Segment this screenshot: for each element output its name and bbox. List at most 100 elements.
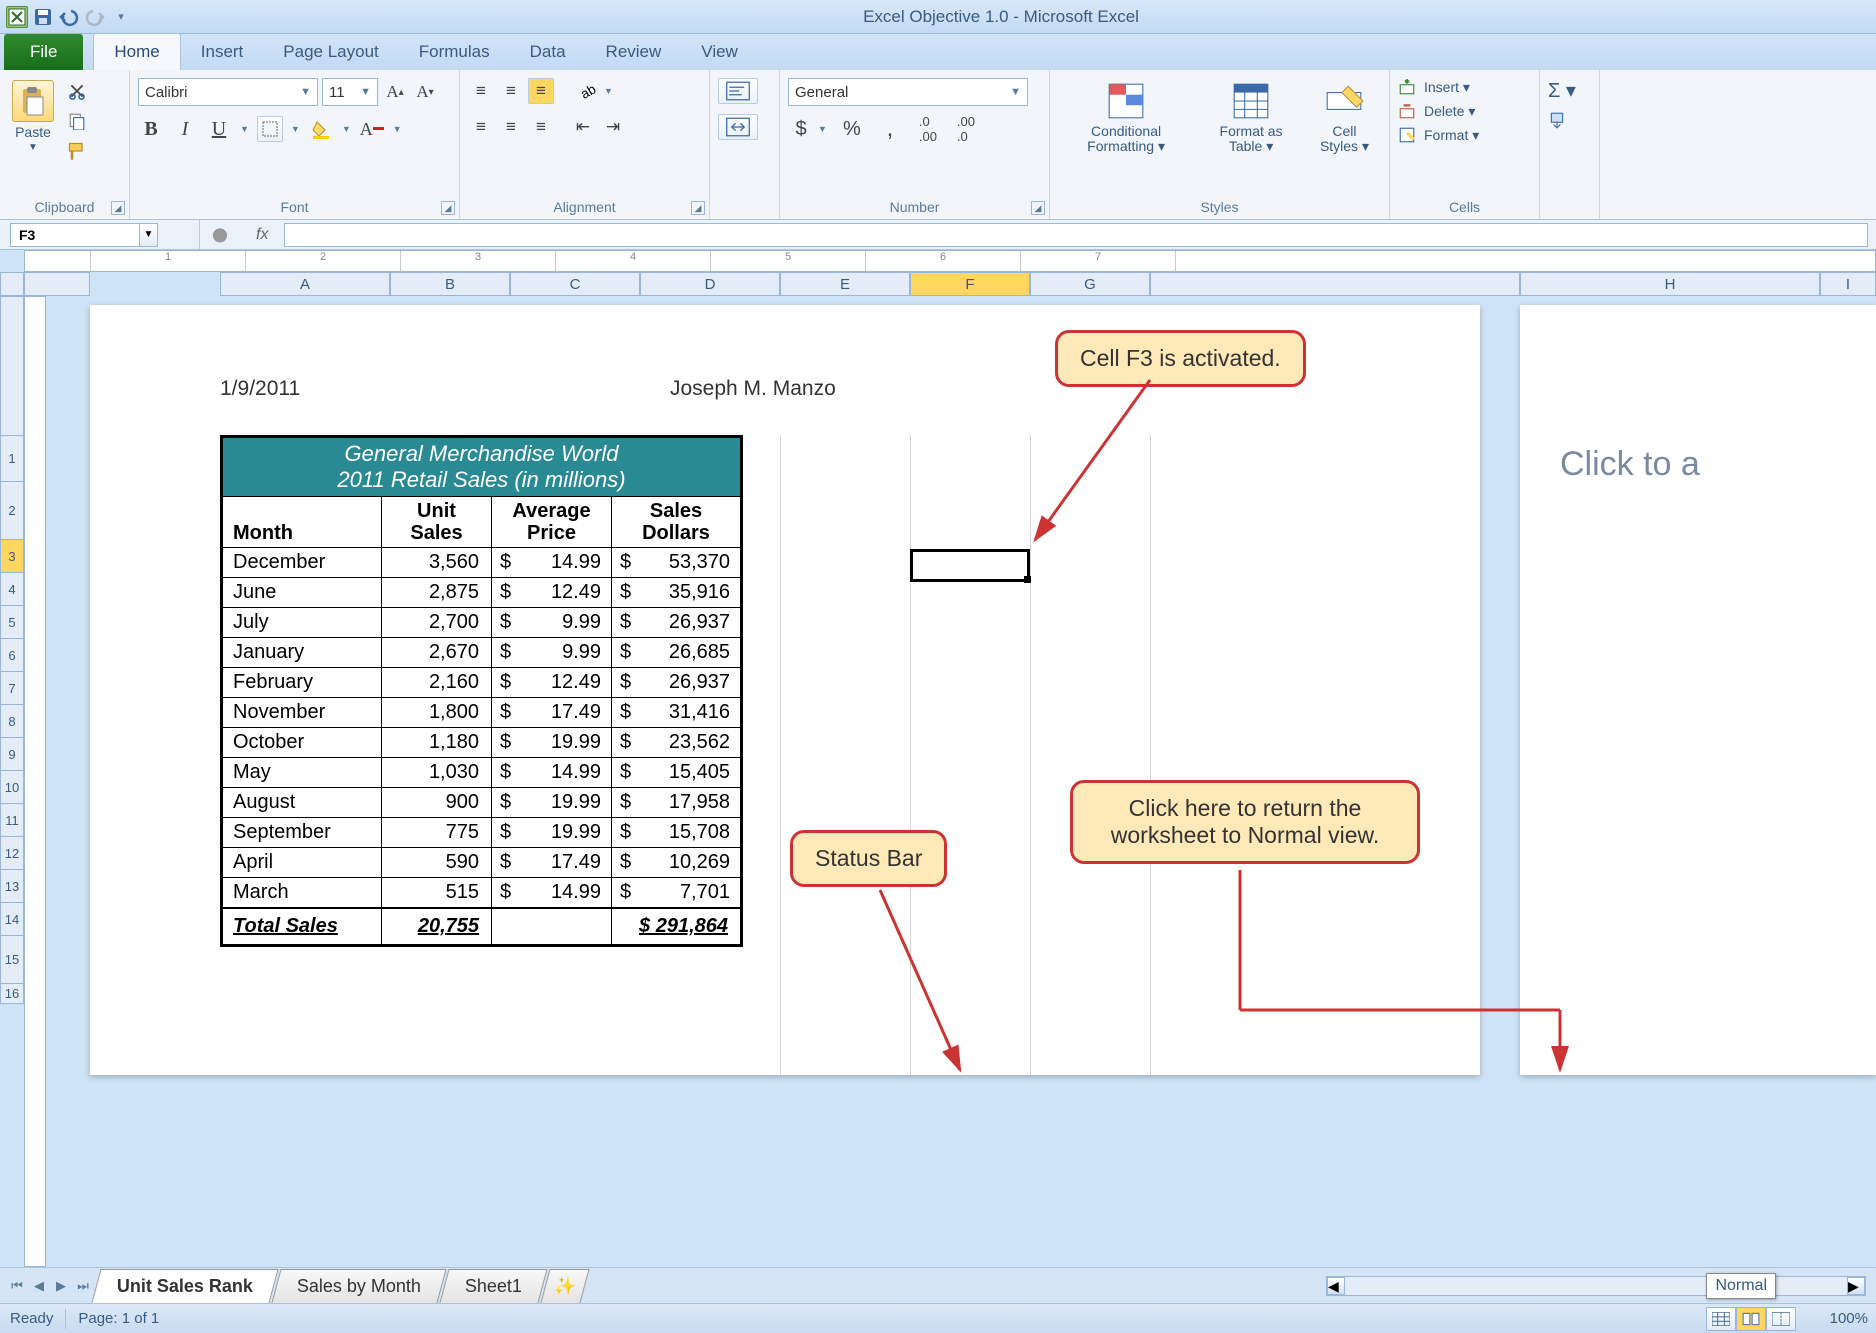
cell-price[interactable]: $12.49	[492, 668, 612, 698]
chevron-down-icon[interactable]: ▼	[818, 124, 827, 134]
cell-dollars[interactable]: $26,685	[612, 638, 742, 668]
chevron-down-icon[interactable]: ▼	[342, 124, 351, 134]
cell-month[interactable]: December	[222, 548, 382, 578]
italic-button[interactable]: I	[172, 116, 198, 142]
active-cell[interactable]	[910, 549, 1030, 582]
decrease-decimal-icon[interactable]: .00.0	[953, 116, 979, 142]
row-header-2[interactable]: 2	[0, 482, 24, 540]
cell-dollars[interactable]: $10,269	[612, 848, 742, 878]
conditional-formatting-button[interactable]: Conditional Formatting ▾	[1058, 78, 1194, 157]
increase-decimal-icon[interactable]: .0.00	[915, 116, 941, 142]
chevron-down-icon[interactable]: ▼	[393, 124, 402, 134]
view-page-break-button[interactable]	[1766, 1307, 1796, 1331]
insert-cells-button[interactable]: Insert ▾	[1398, 78, 1470, 96]
cell-dollars[interactable]: $35,916	[612, 578, 742, 608]
shrink-font-icon[interactable]: A▾	[412, 79, 438, 105]
paste-button[interactable]: Paste ▼	[8, 78, 58, 155]
save-icon[interactable]	[32, 6, 54, 28]
align-right-icon[interactable]: ≡	[528, 114, 554, 140]
cell-units[interactable]: 1,800	[382, 698, 492, 728]
row-header-14[interactable]: 14	[0, 903, 24, 936]
borders-icon[interactable]	[257, 116, 283, 142]
decrease-indent-icon[interactable]: ⇤	[570, 114, 596, 140]
format-cells-button[interactable]: Format ▾	[1398, 126, 1479, 144]
font-color-icon[interactable]: A	[359, 116, 385, 142]
cell-price[interactable]: $14.99	[492, 758, 612, 788]
cell-dollars[interactable]: $31,416	[612, 698, 742, 728]
cell-price[interactable]: $14.99	[492, 548, 612, 578]
undo-icon[interactable]	[58, 6, 80, 28]
col-header-c[interactable]: C	[510, 272, 640, 296]
chevron-down-icon[interactable]: ▼	[291, 124, 300, 134]
tab-nav-prev[interactable]: ◀	[28, 1275, 50, 1297]
tab-insert[interactable]: Insert	[181, 34, 264, 70]
cell-dollars[interactable]: $23,562	[612, 728, 742, 758]
cell-dollars[interactable]: $53,370	[612, 548, 742, 578]
row-header-9[interactable]: 9	[0, 738, 24, 771]
excel-icon[interactable]	[6, 6, 28, 28]
sheet-tab-1[interactable]: Sales by Month	[271, 1269, 446, 1303]
chevron-down-icon[interactable]: ▼	[604, 86, 613, 96]
tab-formulas[interactable]: Formulas	[399, 34, 510, 70]
horizontal-scrollbar[interactable]: ◀▶	[1326, 1276, 1866, 1296]
cell-month[interactable]: March	[222, 878, 382, 909]
align-center-icon[interactable]: ≡	[498, 114, 524, 140]
row-header-7[interactable]: 7	[0, 672, 24, 705]
cell-price[interactable]: $19.99	[492, 818, 612, 848]
row-header-5[interactable]: 5	[0, 606, 24, 639]
row-header-8[interactable]: 8	[0, 705, 24, 738]
cell-dollars[interactable]: $26,937	[612, 668, 742, 698]
cell-units[interactable]: 515	[382, 878, 492, 909]
format-as-table-button[interactable]: Format as Table ▾	[1200, 78, 1302, 157]
cell-price[interactable]: $14.99	[492, 878, 612, 909]
autosum-button[interactable]: Σ ▾	[1548, 78, 1576, 103]
fx-icon[interactable]: fx	[256, 226, 268, 244]
cell-month[interactable]: May	[222, 758, 382, 788]
delete-cells-button[interactable]: Delete ▾	[1398, 102, 1475, 120]
row-header-15[interactable]: 15	[0, 936, 24, 984]
accounting-format-icon[interactable]: $	[788, 116, 814, 142]
formula-input[interactable]	[284, 223, 1868, 247]
tab-data[interactable]: Data	[510, 34, 586, 70]
name-box[interactable]: F3	[10, 223, 140, 247]
col-header-a[interactable]: A	[220, 272, 390, 296]
page-canvas[interactable]: 1/9/2011 Joseph M. Manzo General Merchan…	[90, 305, 1480, 1075]
alignment-dialog-launcher[interactable]: ◢	[691, 201, 705, 215]
row-header-6[interactable]: 6	[0, 639, 24, 672]
cut-icon[interactable]	[64, 78, 90, 104]
row-header-13[interactable]: 13	[0, 870, 24, 903]
cell-units[interactable]: 1,180	[382, 728, 492, 758]
align-middle-icon[interactable]: ≡	[498, 78, 524, 104]
cell-dollars[interactable]: $15,405	[612, 758, 742, 788]
tab-home[interactable]: Home	[93, 33, 180, 70]
font-name-combo[interactable]: Calibri▼	[138, 78, 318, 106]
tab-nav-first[interactable]: ⏮	[6, 1275, 28, 1297]
number-format-combo[interactable]: General▼	[788, 78, 1028, 106]
cell-units[interactable]: 1,030	[382, 758, 492, 788]
copy-icon[interactable]	[64, 108, 90, 134]
cancel-icon[interactable]: ⬤	[212, 226, 228, 243]
file-tab[interactable]: File	[4, 34, 83, 70]
cell-units[interactable]: 2,875	[382, 578, 492, 608]
cell-price[interactable]: $19.99	[492, 728, 612, 758]
scroll-left-button[interactable]: ◀	[1327, 1277, 1345, 1295]
bold-button[interactable]: B	[138, 116, 164, 142]
fill-button[interactable]	[1548, 111, 1566, 129]
cell-month[interactable]: November	[222, 698, 382, 728]
align-left-icon[interactable]: ≡	[468, 114, 494, 140]
cell-month[interactable]: January	[222, 638, 382, 668]
cell-month[interactable]: April	[222, 848, 382, 878]
cell-price[interactable]: $19.99	[492, 788, 612, 818]
qat-customize-icon[interactable]: ▾	[110, 6, 132, 28]
format-painter-icon[interactable]	[64, 138, 90, 164]
scroll-right-button[interactable]: ▶	[1847, 1277, 1865, 1295]
view-page-layout-button[interactable]	[1736, 1307, 1766, 1331]
grow-font-icon[interactable]: A▴	[382, 79, 408, 105]
align-top-icon[interactable]: ≡	[468, 78, 494, 104]
chevron-down-icon[interactable]: ▼	[240, 124, 249, 134]
cell-price[interactable]: $17.49	[492, 698, 612, 728]
row-header-16[interactable]: 16	[0, 984, 24, 1004]
redo-icon[interactable]	[84, 6, 106, 28]
row-header-1[interactable]: 1	[0, 436, 24, 482]
row-header-4[interactable]: 4	[0, 573, 24, 606]
